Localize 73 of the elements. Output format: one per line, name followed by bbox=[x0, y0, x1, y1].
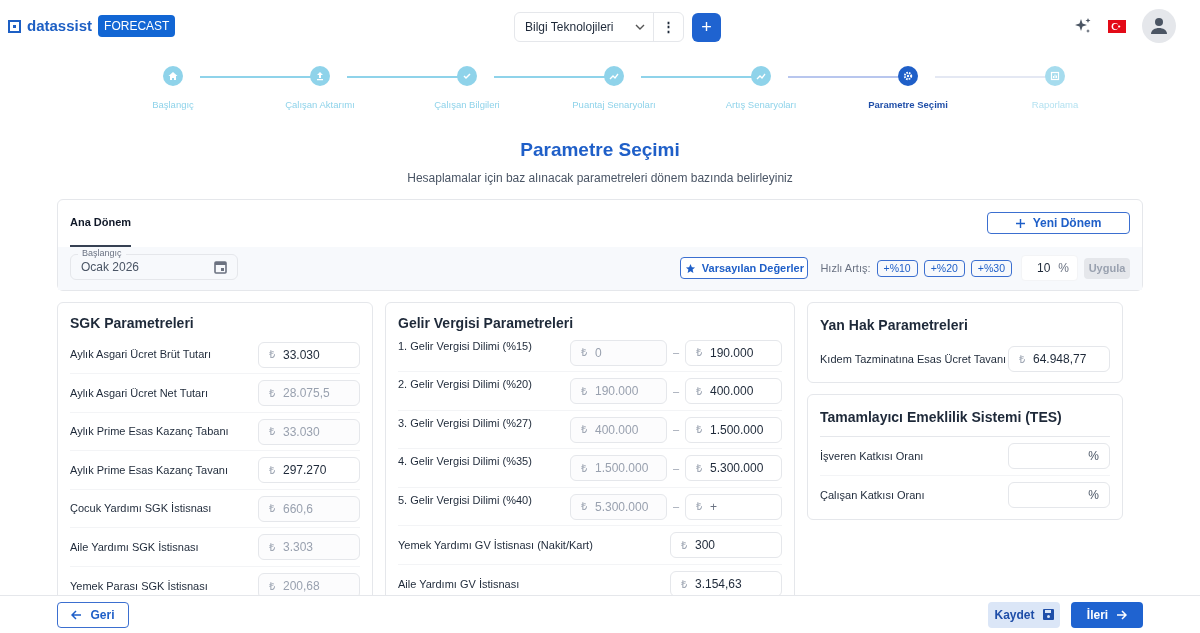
range-dash: – bbox=[671, 460, 681, 476]
range-dash: – bbox=[671, 383, 681, 399]
range-dash: – bbox=[671, 499, 681, 515]
percent-field[interactable]: % bbox=[1008, 442, 1110, 469]
panel-title: Yan Hak Parametreleri bbox=[820, 315, 969, 335]
save-button[interactable]: Kaydet bbox=[988, 601, 1060, 628]
arrow-right-icon bbox=[1116, 609, 1128, 620]
defaults-button[interactable]: Varsayılan Değerler bbox=[680, 257, 809, 280]
field-label: Yemek Parası SGK İstisnası bbox=[70, 578, 208, 594]
avatar[interactable] bbox=[1142, 9, 1176, 43]
next-button[interactable]: İleri bbox=[1071, 601, 1143, 628]
amount-field[interactable]: ₺ 33.030 bbox=[258, 341, 360, 368]
amount-field[interactable]: ₺ 1.500.000 bbox=[685, 416, 782, 443]
range-dash: – bbox=[671, 345, 681, 361]
field-label: Aile Yardımı GV İstisnası bbox=[398, 576, 520, 592]
add-button[interactable]: + bbox=[692, 12, 721, 42]
panel-title: Gelir Vergisi Parametreleri bbox=[398, 313, 575, 333]
amount-field[interactable]: ₺ 400.000 bbox=[685, 378, 782, 404]
plus-icon bbox=[1015, 218, 1025, 228]
field-label: Aylık Asgari Ücret Brüt Tutarı bbox=[70, 347, 211, 363]
home-icon bbox=[167, 70, 179, 82]
percent-field[interactable]: % bbox=[1008, 482, 1110, 509]
amount-field[interactable]: ₺ 64.948,77 bbox=[1008, 345, 1110, 372]
field-label: 2. Gelir Vergisi Dilimi (%20) bbox=[398, 377, 532, 393]
amount-field[interactable]: ₺ 190.000 bbox=[685, 339, 782, 366]
amount-field[interactable]: ₺ + bbox=[685, 493, 782, 520]
percent-field[interactable]: 10 % bbox=[1021, 255, 1078, 282]
field-label: Çalışan Katkısı Oranı bbox=[820, 488, 925, 503]
sparkle-icon[interactable] bbox=[1074, 17, 1092, 35]
range-dash: – bbox=[671, 422, 681, 438]
back-button[interactable]: Geri bbox=[57, 601, 129, 628]
upload-icon bbox=[314, 70, 326, 82]
field-label: Çocuk Yardımı SGK İstisnası bbox=[70, 501, 212, 517]
quick-increase-label: Hızlı Artış: bbox=[820, 261, 871, 276]
field-label: Aylık Prime Esas Kazanç Tavanı bbox=[70, 462, 228, 478]
check-icon bbox=[461, 70, 473, 82]
page-subtitle: Hesaplamalar için baz alınacak parametreleri dönem bazında belirleyiniz bbox=[406, 169, 794, 187]
amount-field[interactable]: ₺ 297.270 bbox=[258, 457, 360, 483]
quick-increase-chip[interactable]: +%10 bbox=[876, 259, 918, 277]
company-select[interactable]: Bilgi Teknolojileri ⋮ bbox=[514, 12, 684, 42]
quick-increase-chip[interactable]: +%30 bbox=[970, 259, 1012, 277]
field-label: 5. Gelir Vergisi Dilimi (%40) bbox=[398, 492, 532, 508]
product-badge: FORECAST bbox=[98, 15, 176, 37]
field-label: Aile Yardımı SGK İstisnası bbox=[70, 539, 199, 555]
field-label: İşveren Katkısı Oranı bbox=[820, 448, 924, 464]
calendar-icon[interactable] bbox=[214, 260, 227, 275]
arrow-left-icon bbox=[71, 609, 83, 620]
flag-icon[interactable] bbox=[1108, 19, 1126, 33]
field-label: Aylık Prime Esas Kazanç Tabanı bbox=[70, 424, 229, 440]
field-label: Yemek Yardımı GV İstisnası (Nakit/Kart) bbox=[398, 537, 593, 553]
person-icon bbox=[1149, 16, 1169, 36]
logo-icon bbox=[8, 19, 21, 33]
field-label: 4. Gelir Vergisi Dilimi (%35) bbox=[398, 454, 532, 470]
gear-icon bbox=[902, 70, 914, 82]
page-title: Parametre Seçimi bbox=[519, 138, 681, 163]
panel-title: Tamamlayıcı Emeklilik Sistemi (TES) bbox=[820, 406, 1110, 437]
field-label: Aylık Asgari Ücret Net Tutarı bbox=[70, 385, 208, 401]
more-button[interactable]: ⋮ bbox=[653, 13, 683, 41]
quick-increase-chip[interactable]: +%20 bbox=[923, 259, 965, 277]
chevron-down-icon bbox=[635, 24, 645, 30]
star-icon bbox=[684, 262, 696, 274]
amount-field[interactable]: ₺ 300 bbox=[670, 532, 782, 558]
amount-field[interactable]: ₺ 3.154,63 bbox=[670, 571, 782, 595]
amount-field[interactable]: ₺ 5.300.000 bbox=[685, 455, 782, 481]
field-label: Kıdem Tazminatına Esas Ücret Tavanı bbox=[820, 351, 1007, 367]
logo-text: datassist bbox=[27, 15, 93, 36]
chart-icon bbox=[1049, 70, 1061, 82]
field-label: 3. Gelir Vergisi Dilimi (%27) bbox=[398, 415, 532, 431]
panel-title: SGK Parametreleri bbox=[70, 313, 195, 333]
step-item[interactable]: Parametre Seçimi bbox=[868, 66, 948, 113]
new-period-button[interactable]: Yeni Dönem bbox=[987, 212, 1130, 235]
save-icon bbox=[1042, 609, 1054, 620]
field-label: 1. Gelir Vergisi Dilimi (%15) bbox=[398, 338, 532, 354]
